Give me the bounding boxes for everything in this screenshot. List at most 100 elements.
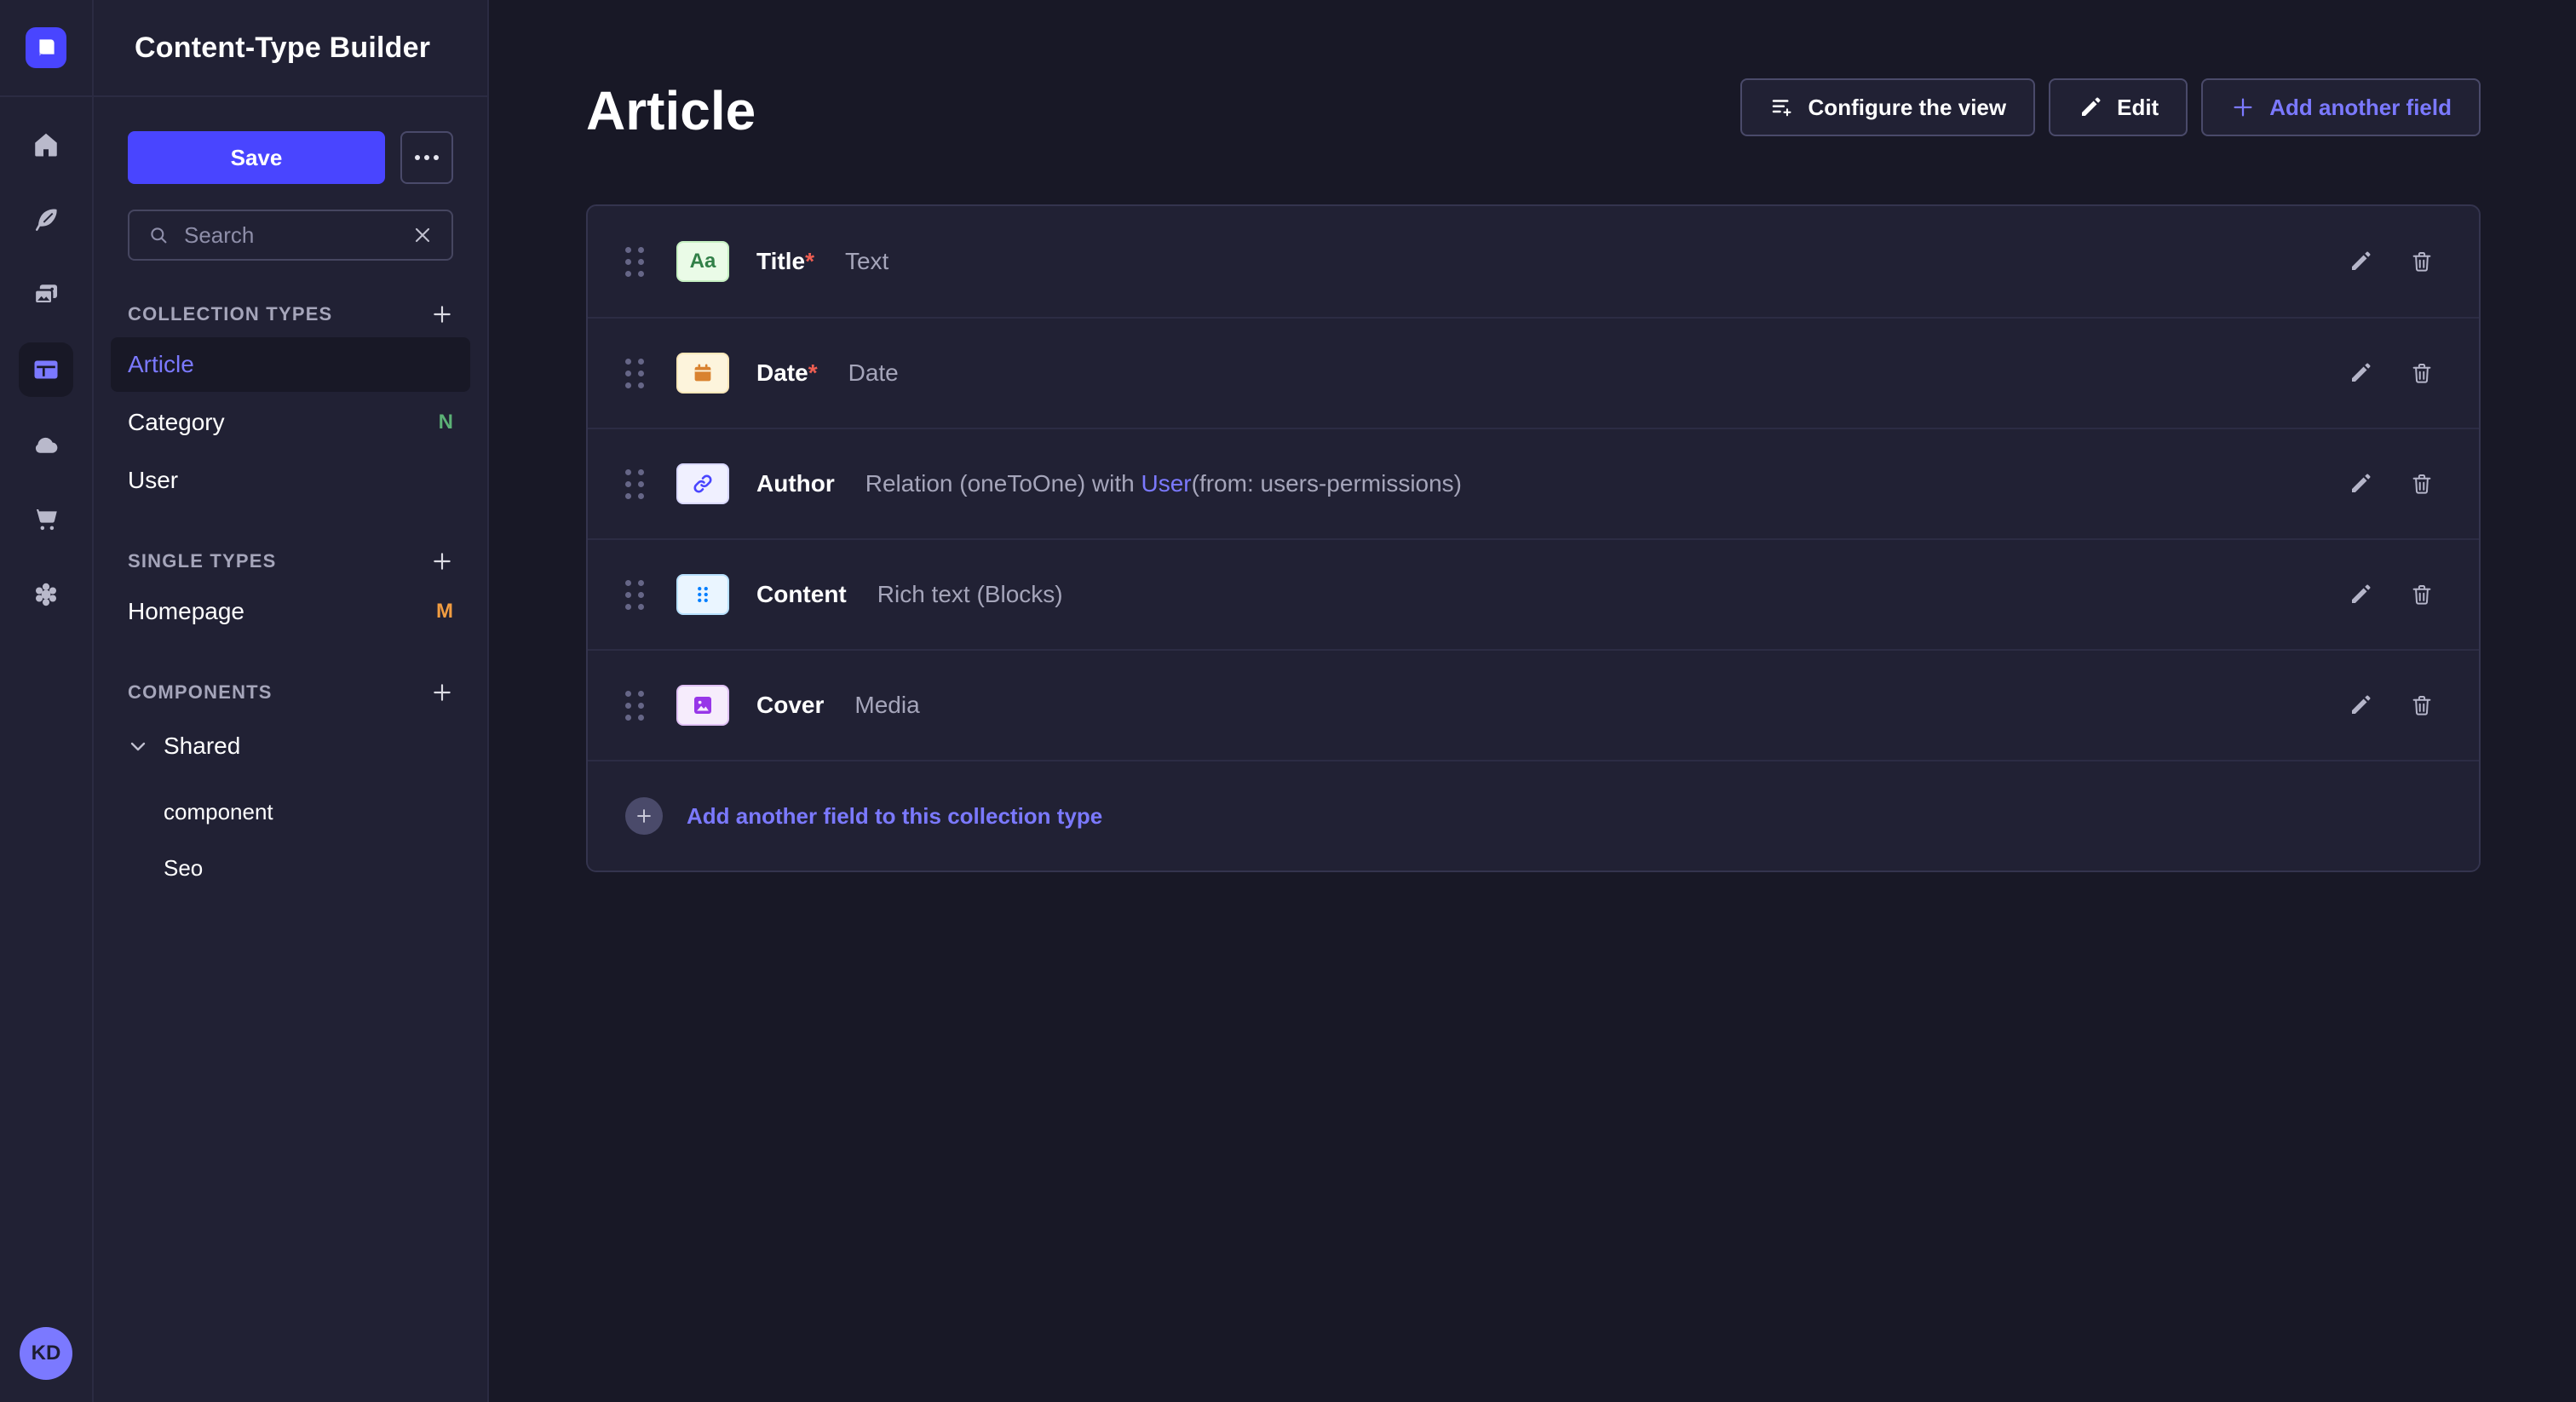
item-label: Article <box>128 351 194 378</box>
edit-field-icon[interactable] <box>2348 249 2373 274</box>
configure-view-button[interactable]: Configure the view <box>1740 78 2036 136</box>
edit-button[interactable]: Edit <box>2049 78 2188 136</box>
page-title: Article <box>586 75 756 147</box>
field-name: Title* <box>756 248 814 275</box>
field-row-date: Date* Date <box>588 317 2479 428</box>
more-options-button[interactable] <box>400 131 453 184</box>
marketplace-icon[interactable] <box>19 492 73 547</box>
single-types-label: SINGLE TYPES <box>128 550 277 572</box>
add-single-type-icon[interactable] <box>431 550 453 572</box>
sidebar-title: Content-Type Builder <box>135 32 430 65</box>
add-field-row-label: Add another field to this collection typ… <box>687 803 1102 830</box>
delete-field-icon[interactable] <box>2409 692 2435 718</box>
list-settings-icon <box>1769 95 1795 120</box>
sidebar-item-user[interactable]: User <box>111 453 470 508</box>
add-another-field-button[interactable]: Add another field <box>2201 78 2481 136</box>
field-type: Media <box>854 692 919 719</box>
sidebar: Content-Type Builder Save <box>94 0 489 1402</box>
main-content: Article Configure the view Edit <box>489 0 2576 1402</box>
item-label: Category <box>128 409 225 436</box>
drag-handle-icon[interactable] <box>625 691 644 721</box>
content-manager-icon[interactable] <box>19 192 73 247</box>
collection-types-list: Article Category N User <box>111 337 470 508</box>
sidebar-item-category[interactable]: Category N <box>111 395 470 450</box>
cloud-icon[interactable] <box>19 417 73 472</box>
drag-handle-icon[interactable] <box>625 580 644 610</box>
components-header: COMPONENTS <box>128 681 453 704</box>
sidebar-item-article[interactable]: Article <box>111 337 470 392</box>
field-row-cover: Cover Media <box>588 649 2479 760</box>
text-field-icon: Aa <box>676 241 729 282</box>
sidebar-item-component[interactable]: component <box>111 785 470 838</box>
blocks-field-icon <box>676 574 729 615</box>
sidebar-header: Content-Type Builder <box>94 0 487 97</box>
delete-field-icon[interactable] <box>2409 360 2435 386</box>
row-actions <box>2348 692 2435 718</box>
shared-components-list: component Seo <box>111 785 470 894</box>
field-row-title: Aa Title* Text <box>588 206 2479 317</box>
nav-rail: KD <box>0 0 94 1402</box>
field-type: Relation (oneToOne) with User(from: user… <box>865 470 1462 497</box>
drag-handle-icon[interactable] <box>625 359 644 388</box>
single-types-header: SINGLE TYPES <box>128 550 453 572</box>
media-library-icon[interactable] <box>19 267 73 322</box>
relation-target-link[interactable]: User <box>1141 470 1192 497</box>
field-name: Content <box>756 581 847 608</box>
date-field-icon <box>676 353 729 394</box>
edit-field-icon[interactable] <box>2348 471 2373 497</box>
save-button[interactable]: Save <box>128 131 385 184</box>
add-field-label: Add another field <box>2269 95 2452 121</box>
row-actions <box>2348 360 2435 386</box>
user-avatar[interactable]: KD <box>20 1327 72 1380</box>
plus-circle-icon <box>625 797 663 835</box>
chevron-down-icon <box>128 736 148 756</box>
field-name: Cover <box>756 692 824 719</box>
edit-field-icon[interactable] <box>2348 582 2373 607</box>
add-field-row-button[interactable]: Add another field to this collection typ… <box>588 760 2479 871</box>
plus-icon <box>2230 95 2256 120</box>
search-box <box>128 210 453 261</box>
settings-icon[interactable] <box>19 567 73 622</box>
delete-field-icon[interactable] <box>2409 471 2435 497</box>
edit-field-icon[interactable] <box>2348 360 2373 386</box>
status-badge: N <box>439 411 453 434</box>
status-badge: M <box>436 600 453 623</box>
field-row-content: Content Rich text (Blocks) <box>588 538 2479 649</box>
drag-handle-icon[interactable] <box>625 469 644 499</box>
delete-field-icon[interactable] <box>2409 582 2435 607</box>
add-component-icon[interactable] <box>431 681 453 704</box>
delete-field-icon[interactable] <box>2409 249 2435 274</box>
group-label: Shared <box>164 733 240 760</box>
component-group-shared[interactable]: Shared <box>128 719 453 773</box>
edit-label: Edit <box>2117 95 2159 121</box>
item-label: Homepage <box>128 598 244 625</box>
home-icon[interactable] <box>19 118 73 172</box>
row-actions <box>2348 582 2435 607</box>
media-field-icon <box>676 685 729 726</box>
sidebar-item-homepage[interactable]: Homepage M <box>111 584 470 639</box>
relation-field-icon <box>676 463 729 504</box>
search-icon <box>147 223 170 247</box>
rail-header <box>0 0 92 97</box>
field-type: Text <box>845 248 888 275</box>
rail-footer: KD <box>20 1327 72 1402</box>
strapi-logo[interactable] <box>26 27 66 68</box>
collection-types-label: COLLECTION TYPES <box>128 303 332 325</box>
required-mark: * <box>808 359 818 386</box>
item-label: Seo <box>164 855 203 882</box>
drag-handle-icon[interactable] <box>625 247 644 277</box>
toolbar: Configure the view Edit Add another fiel… <box>1740 78 2481 136</box>
required-mark: * <box>805 248 814 274</box>
search-clear-icon[interactable] <box>411 223 434 247</box>
main-header: Article Configure the view Edit <box>586 68 2481 147</box>
collection-types-header: COLLECTION TYPES <box>128 303 453 325</box>
add-collection-type-icon[interactable] <box>431 303 453 325</box>
single-types-list: Homepage M <box>111 584 470 639</box>
content-type-builder-icon[interactable] <box>19 342 73 397</box>
field-name: Author <box>756 470 835 497</box>
app-window: KD Content-Type Builder Save <box>0 0 2576 1402</box>
sidebar-item-seo[interactable]: Seo <box>111 842 470 894</box>
search-input[interactable] <box>184 222 397 249</box>
components-label: COMPONENTS <box>128 681 273 704</box>
edit-field-icon[interactable] <box>2348 692 2373 718</box>
